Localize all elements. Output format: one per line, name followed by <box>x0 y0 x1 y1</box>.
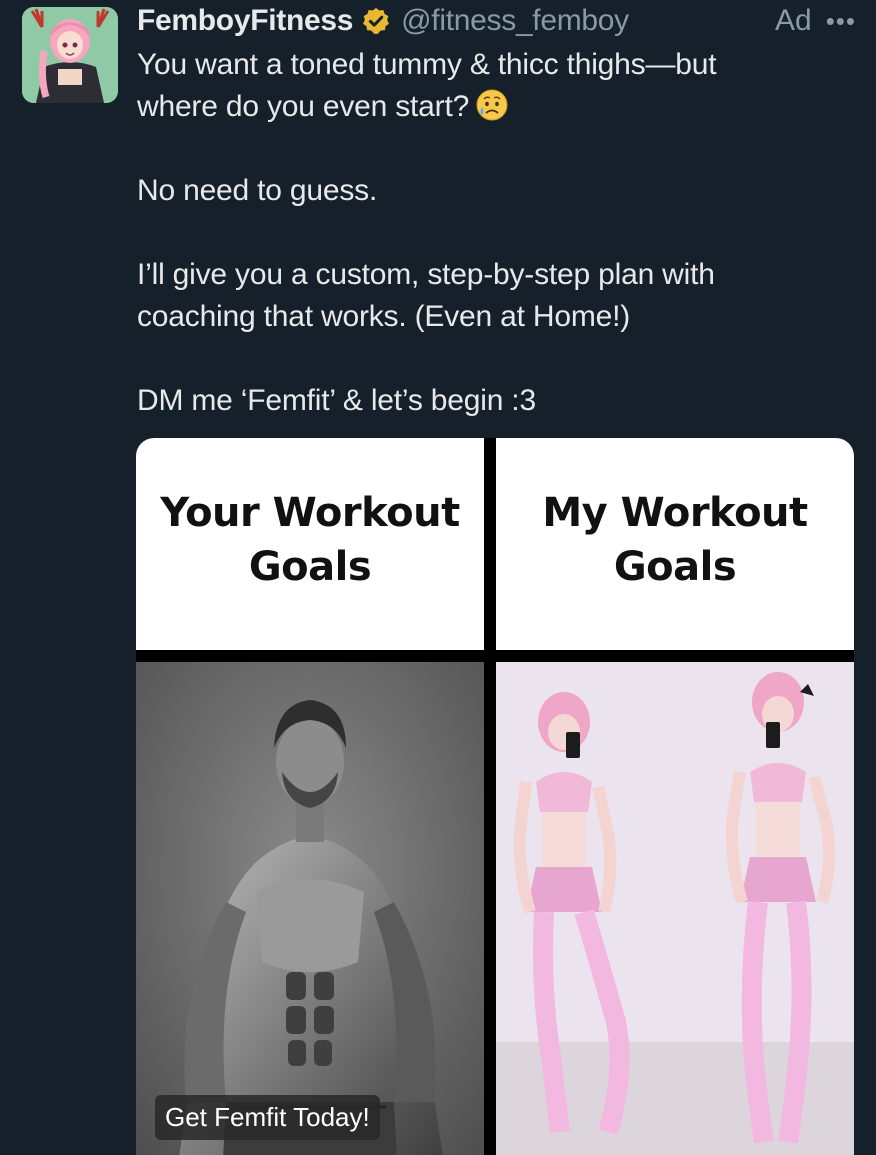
meme-title-right-line-1: My Workout <box>542 490 808 536</box>
meme-title-left-line-2: Goals <box>248 544 372 590</box>
avatar[interactable] <box>22 7 118 103</box>
meme-title-left: Your Workout Goals <box>136 486 484 594</box>
meme-cell-top-left: Your Workout Goals <box>136 438 484 650</box>
avatar-illustration <box>22 7 118 103</box>
meme-cell-top-right: My Workout Goals <box>496 438 854 650</box>
tweet-text: You want a toned tummy & thicc thighs—bu… <box>137 44 837 422</box>
meme-title-right: My Workout Goals <box>496 486 854 594</box>
meme-title-left-line-1: Your Workout <box>160 490 460 536</box>
verified-badge-icon <box>361 6 391 36</box>
handle[interactable]: @fitness_femboy <box>401 4 629 38</box>
display-name[interactable]: FemboyFitness <box>137 4 353 38</box>
cta-button[interactable]: Get Femfit Today! <box>155 1095 380 1140</box>
meme-photo-cosplay <box>496 662 854 1155</box>
text-paragraph-2: No need to guess. <box>137 174 378 207</box>
text-line-2-content: where do you even start? <box>137 90 470 123</box>
text-paragraph-3-line-2: coaching that works. (Even at Home!) <box>137 300 631 333</box>
meme-photo-muscular-man <box>136 662 484 1155</box>
more-dots-icon[interactable]: ••• <box>826 8 856 34</box>
tweet-header: FemboyFitness @fitness_femboy Ad ••• <box>137 0 856 42</box>
text-paragraph-4: DM me ‘Femfit’ & let’s begin :3 <box>137 384 536 417</box>
text-line-1: You want a toned tummy & thicc thighs—bu… <box>137 48 717 81</box>
ad-label: Ad <box>774 4 812 37</box>
text-line-2: where do you even start? <box>137 86 837 128</box>
cosplay-illustration <box>496 662 854 1155</box>
media-image[interactable]: Your Workout Goals My Workout Goals <box>136 438 854 1155</box>
sad-sweat-face-emoji <box>475 88 509 122</box>
text-paragraph-3-line-1: I’ll give you a custom, step-by-step pla… <box>137 258 715 291</box>
meme-title-right-line-2: Goals <box>613 544 737 590</box>
ad-tweet: FemboyFitness @fitness_femboy Ad ••• You… <box>0 0 876 1155</box>
muscular-man-illustration <box>136 662 484 1155</box>
